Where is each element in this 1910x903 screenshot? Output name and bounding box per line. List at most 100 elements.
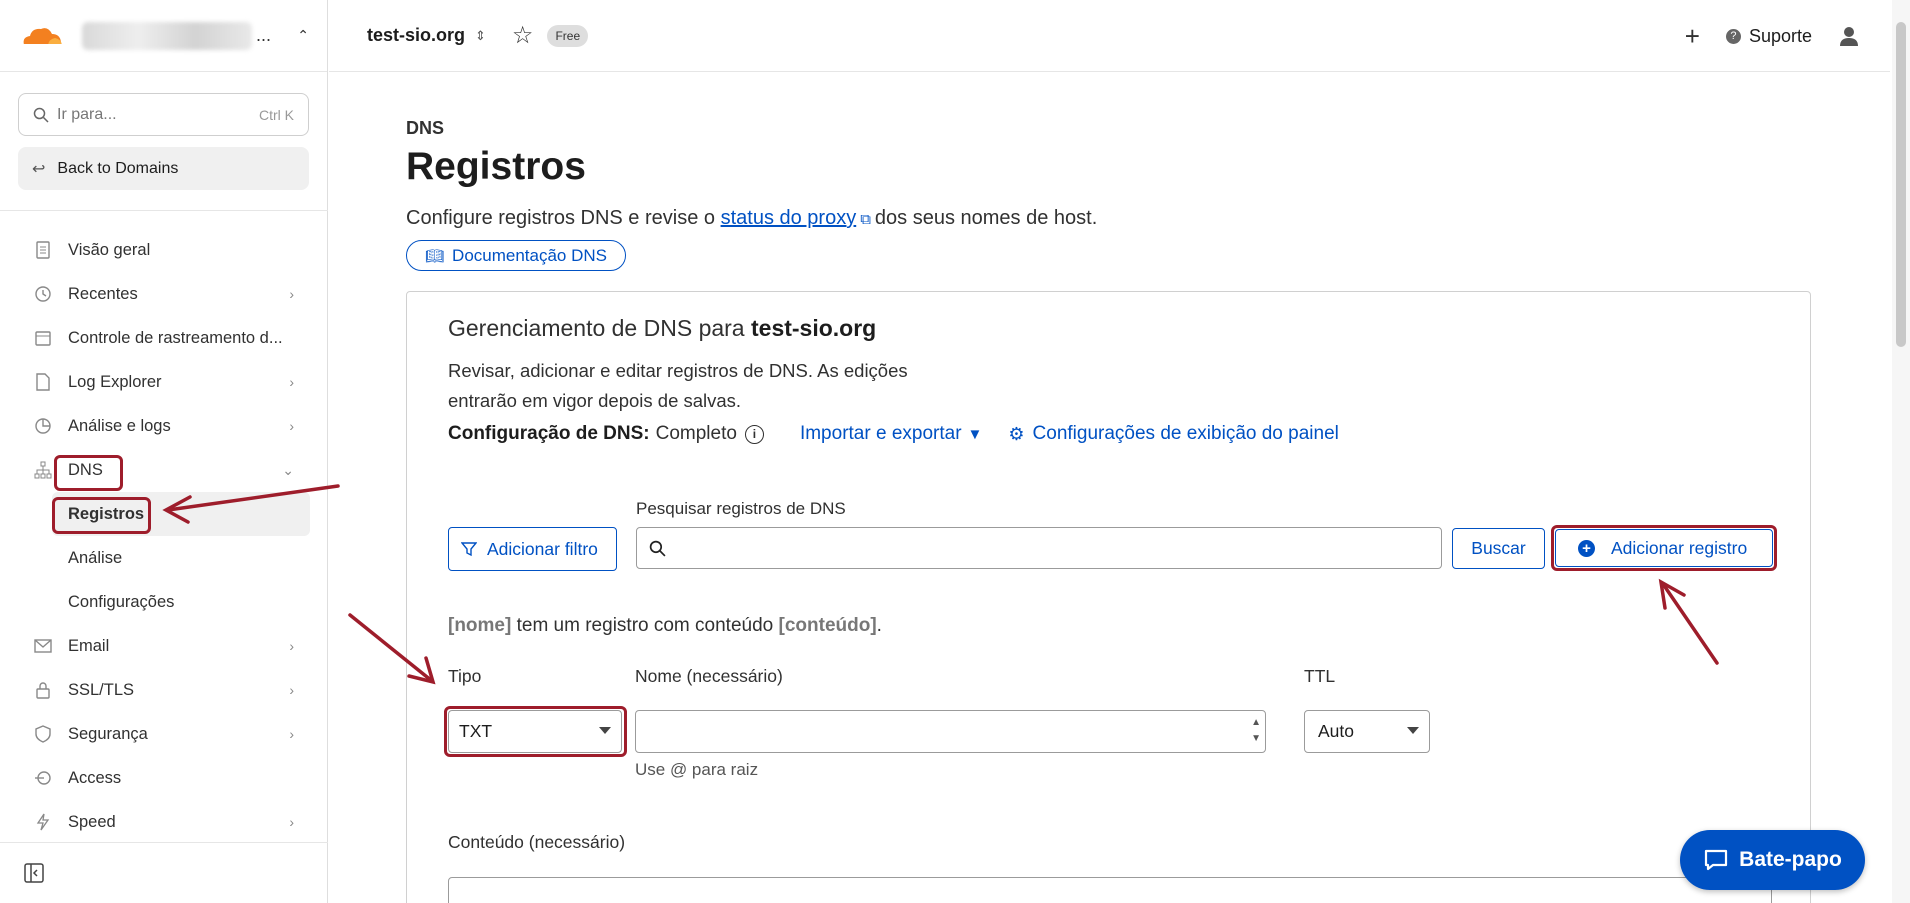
hint-content-placeholder: [conteúdo]: [778, 615, 877, 636]
cloudflare-logo-icon[interactable]: [18, 23, 64, 49]
sidebar-subitem-label: Configurações: [68, 592, 175, 611]
chevron-right-icon: ›: [289, 726, 294, 742]
sidebar-subitem-records[interactable]: Registros: [52, 492, 310, 536]
sidebar-item-label: Recentes: [68, 284, 138, 303]
dns-config-label: Configuração de DNS:: [448, 423, 650, 444]
sidebar-item-security[interactable]: Segurança ›: [0, 712, 328, 756]
hint-name-placeholder: [nome]: [448, 615, 512, 636]
book-icon: 📖︎: [425, 247, 445, 265]
sidebar-item-label: Access: [68, 768, 122, 787]
sidebar-item-label: Speed: [68, 812, 116, 831]
page-description: Configure registros DNS e revise o statu…: [406, 207, 1097, 230]
star-icon[interactable]: ☆: [512, 21, 534, 50]
search-icon: [649, 540, 666, 557]
hint-middle: tem um registro com conteúdo: [516, 615, 774, 636]
dashboard-display-settings-link[interactable]: Configurações de exibição do painel: [1033, 423, 1339, 445]
proxy-status-link[interactable]: status do proxy: [721, 207, 857, 229]
page-desc-before: Configure registros DNS e revise o: [406, 207, 716, 229]
account-name-blurred[interactable]: [82, 21, 252, 50]
scrollbar-thumb[interactable]: [1896, 22, 1906, 347]
sidebar: ... ⌃ Ir para... Ctrl K ↩ Back to Domain…: [0, 0, 328, 903]
info-icon[interactable]: i: [744, 424, 764, 444]
search-shortcut: Ctrl K: [259, 106, 294, 123]
sidebar-item-tracking-control[interactable]: Controle de rastreamento d...: [0, 316, 328, 360]
dns-config-row: Configuração de DNS: Completo i Importar…: [448, 423, 1339, 445]
domain-selector[interactable]: test-sio.org: [367, 25, 465, 46]
import-export-button[interactable]: Importar e exportar: [800, 423, 962, 445]
chevron-right-icon: ›: [289, 418, 294, 434]
add-record-button[interactable]: + Adicionar registro: [1555, 529, 1773, 567]
dns-records-search-input[interactable]: [636, 527, 1442, 569]
caret-down-icon[interactable]: ▼: [968, 426, 983, 443]
chat-label: Bate-papo: [1739, 848, 1842, 871]
history-icon: [34, 285, 52, 303]
search-button[interactable]: Buscar: [1452, 528, 1545, 569]
content-label: Conteúdo (necessário): [448, 832, 626, 852]
breadcrumb: DNS: [406, 118, 445, 138]
gear-icon[interactable]: ⚙: [1008, 424, 1024, 445]
dns-documentation-button[interactable]: 📖︎ Documentação DNS: [406, 240, 627, 271]
add-icon[interactable]: +: [1685, 21, 1700, 52]
sidebar-item-ssl-tls[interactable]: SSL/TLS ›: [0, 668, 328, 712]
sidebar-item-speed[interactable]: Speed ›: [0, 800, 328, 844]
sidebar-item-recent[interactable]: Recentes ›: [0, 272, 328, 316]
lightning-icon: [34, 813, 52, 831]
account-switch-icon[interactable]: ⌃: [297, 27, 309, 44]
sidebar-item-label: Controle de rastreamento d...: [68, 328, 283, 347]
access-login-icon: [34, 769, 52, 787]
dns-config-value: Completo: [655, 423, 737, 444]
chat-button[interactable]: Bate-papo: [1680, 830, 1865, 890]
sidebar-item-label: Análise e logs: [68, 416, 171, 435]
topbar: test-sio.org ⇕ ☆ Free + ? Suporte: [329, 0, 1890, 72]
page-scrollbar[interactable]: [1892, 0, 1910, 903]
search-icon: [33, 107, 49, 123]
back-to-domains-button[interactable]: ↩ Back to Domains: [18, 147, 309, 190]
record-name-input[interactable]: ▲ ▼: [635, 710, 1266, 753]
chevron-right-icon: ›: [289, 638, 294, 654]
sidebar-item-label: Segurança: [68, 724, 148, 743]
user-icon[interactable]: [1838, 25, 1860, 47]
filter-icon: [461, 542, 477, 557]
sidebar-item-analytics[interactable]: Análise e logs ›: [0, 404, 328, 448]
account-ellipsis: ...: [256, 25, 272, 45]
chevron-down-icon: ⌄: [282, 461, 294, 478]
envelope-icon: [34, 637, 52, 655]
dropdown-caret-icon: [1407, 727, 1419, 734]
record-type-value: TXT: [459, 721, 493, 741]
sidebar-item-label: SSL/TLS: [68, 680, 135, 699]
support-button[interactable]: ? Suporte: [1725, 25, 1812, 47]
sidebar-subitem-label: Análise: [68, 548, 123, 567]
record-type-select[interactable]: TXT: [448, 710, 622, 753]
sidebar-item-access[interactable]: Access: [0, 756, 328, 800]
ttl-select[interactable]: Auto: [1304, 710, 1430, 753]
lock-icon: [34, 681, 52, 699]
main-content: DNS Registros Configure registros DNS e …: [329, 73, 1890, 903]
search-records-label: Pesquisar registros de DNS: [636, 499, 846, 518]
back-arrow-icon: ↩: [32, 160, 46, 178]
card-description: Revisar, adicionar e editar registros de…: [448, 360, 908, 411]
pie-chart-icon: [34, 417, 52, 435]
sidebar-search-input[interactable]: Ir para... Ctrl K: [18, 93, 309, 136]
sidebar-subitem-analysis[interactable]: Análise: [0, 536, 328, 580]
sidebar-item-overview[interactable]: Visão geral: [0, 228, 328, 272]
add-filter-button[interactable]: Adicionar filtro: [448, 527, 617, 571]
card-title-prefix: Gerenciamento de DNS para: [448, 315, 745, 341]
record-content-textarea[interactable]: [448, 877, 1772, 903]
support-label: Suporte: [1748, 25, 1812, 46]
sidebar-item-email[interactable]: Email ›: [0, 624, 328, 668]
type-label: Tipo: [448, 666, 482, 686]
external-link-icon: ⧉: [860, 211, 871, 228]
sidebar-item-dns[interactable]: DNS ⌄: [0, 448, 328, 492]
stepper-arrows-icon[interactable]: ▲ ▼: [1251, 715, 1261, 747]
dns-management-card: Gerenciamento de DNS para test-sio.org R…: [406, 291, 1811, 903]
domain-switch-icon[interactable]: ⇕: [475, 28, 486, 44]
chevron-right-icon: ›: [289, 374, 294, 390]
network-tree-icon: [34, 461, 52, 479]
collapse-sidebar-icon[interactable]: [24, 863, 44, 883]
sidebar-item-log-explorer[interactable]: Log Explorer ›: [0, 360, 328, 404]
chevron-right-icon: ›: [289, 286, 294, 302]
hint-end: .: [876, 615, 882, 636]
chat-bubble-icon: [1705, 849, 1728, 871]
dropdown-caret-icon: [599, 727, 611, 734]
sidebar-subitem-settings[interactable]: Configurações: [0, 580, 328, 624]
